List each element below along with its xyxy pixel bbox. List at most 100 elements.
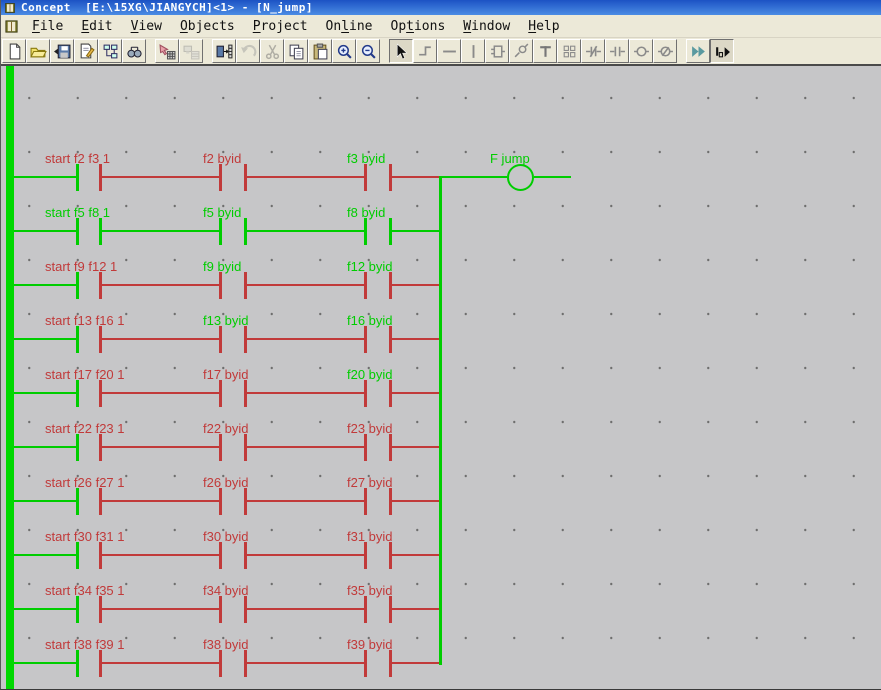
menu-project[interactable]: Project xyxy=(244,18,317,35)
contact-label[interactable]: f26 byid xyxy=(203,476,249,490)
coil-link-button[interactable] xyxy=(509,39,533,63)
contact-bar[interactable] xyxy=(76,218,79,245)
grid-tool-button[interactable] xyxy=(557,39,581,63)
contact-label[interactable]: f35 byid xyxy=(347,584,393,598)
contact-bar[interactable] xyxy=(364,542,367,569)
select-arrow-button[interactable] xyxy=(389,39,413,63)
project-browser-button[interactable] xyxy=(98,39,122,63)
contact-bar[interactable] xyxy=(76,272,79,299)
contact-bar[interactable] xyxy=(76,596,79,623)
contact-bar[interactable] xyxy=(364,164,367,191)
text-tool-button[interactable] xyxy=(533,39,557,63)
menu-window[interactable]: Window xyxy=(454,18,519,35)
contact-bar[interactable] xyxy=(364,272,367,299)
contact-label[interactable]: f22 byid xyxy=(203,422,249,436)
contact-bar[interactable] xyxy=(364,326,367,353)
contact-bar[interactable] xyxy=(219,272,222,299)
menu-view[interactable]: View xyxy=(122,18,171,35)
contact-bar[interactable] xyxy=(76,380,79,407)
contact-bar[interactable] xyxy=(219,542,222,569)
contact-label[interactable]: f5 byid xyxy=(203,206,241,220)
contact-label[interactable]: f13 byid xyxy=(203,314,249,328)
contact-bar[interactable] xyxy=(364,218,367,245)
contact-label[interactable]: start f26 f27 1 xyxy=(45,476,125,490)
contact-label[interactable]: start f34 f35 1 xyxy=(45,584,125,598)
contact-bar[interactable] xyxy=(219,218,222,245)
download-plc-button[interactable] xyxy=(155,39,179,63)
find-button[interactable] xyxy=(122,39,146,63)
new-file-icon xyxy=(6,43,23,60)
copy-button[interactable] xyxy=(284,39,308,63)
properties-button[interactable] xyxy=(74,39,98,63)
paste-button[interactable] xyxy=(308,39,332,63)
contact-bar[interactable] xyxy=(364,434,367,461)
menu-help[interactable]: Help xyxy=(519,18,568,35)
contact-bar[interactable] xyxy=(219,164,222,191)
contact-label[interactable]: start f38 f39 1 xyxy=(45,638,125,652)
contact-no-button[interactable] xyxy=(605,39,629,63)
contact-label[interactable]: f38 byid xyxy=(203,638,249,652)
contact-bar[interactable] xyxy=(76,542,79,569)
menu-options[interactable]: Options xyxy=(382,18,455,35)
contact-label[interactable]: start f9 f12 1 xyxy=(45,260,117,274)
transfer-button[interactable] xyxy=(212,39,236,63)
contact-label[interactable]: f17 byid xyxy=(203,368,249,382)
function-block-button[interactable] xyxy=(485,39,509,63)
contact-label[interactable]: f9 byid xyxy=(203,260,241,274)
coil[interactable] xyxy=(507,164,534,191)
hline-button[interactable] xyxy=(437,39,461,63)
save-button[interactable] xyxy=(50,39,74,63)
contact-bar[interactable] xyxy=(76,164,79,191)
contact-label[interactable]: f23 byid xyxy=(347,422,393,436)
upload-plc-button[interactable] xyxy=(179,39,203,63)
coil-sym-button[interactable] xyxy=(629,39,653,63)
contact-bar[interactable] xyxy=(219,434,222,461)
contact-nc-button[interactable] xyxy=(581,39,605,63)
animate-button[interactable] xyxy=(710,39,734,63)
menu-objects[interactable]: Objects xyxy=(171,18,244,35)
link-corner-button[interactable] xyxy=(413,39,437,63)
undo-button[interactable] xyxy=(236,39,260,63)
contact-bar[interactable] xyxy=(219,650,222,677)
contact-label[interactable]: start f17 f20 1 xyxy=(45,368,125,382)
contact-bar[interactable] xyxy=(364,596,367,623)
contact-bar[interactable] xyxy=(219,596,222,623)
document-icon[interactable] xyxy=(4,19,19,34)
contact-label[interactable]: f31 byid xyxy=(347,530,393,544)
step-forward-button[interactable] xyxy=(686,39,710,63)
contact-label[interactable]: f27 byid xyxy=(347,476,393,490)
contact-label[interactable]: f39 byid xyxy=(347,638,393,652)
contact-label[interactable]: f16 byid xyxy=(347,314,393,328)
contact-label[interactable]: f30 byid xyxy=(203,530,249,544)
zoom-out-button[interactable] xyxy=(356,39,380,63)
contact-bar[interactable] xyxy=(219,380,222,407)
contact-bar[interactable] xyxy=(364,380,367,407)
contact-bar[interactable] xyxy=(76,650,79,677)
contact-label[interactable]: start f13 f16 1 xyxy=(45,314,125,328)
coil-label[interactable]: F jump xyxy=(490,152,530,166)
cut-button[interactable] xyxy=(260,39,284,63)
title-bar: Concept [E:\15XG\JIANGYCH]<1> - [N_jump] xyxy=(1,0,881,15)
contact-bar[interactable] xyxy=(364,488,367,515)
ladder-canvas[interactable]: start f2 f3 1f2 byidf3 byidstart f5 f8 1… xyxy=(1,66,881,689)
new-file-button[interactable] xyxy=(2,39,26,63)
contact-label[interactable]: start f22 f23 1 xyxy=(45,422,125,436)
open-folder-button[interactable] xyxy=(26,39,50,63)
contact-bar[interactable] xyxy=(76,488,79,515)
contact-label[interactable]: start f30 f31 1 xyxy=(45,530,125,544)
contact-bar[interactable] xyxy=(219,488,222,515)
menu-edit[interactable]: Edit xyxy=(72,18,121,35)
menu-file[interactable]: File xyxy=(23,18,72,35)
contact-label[interactable]: f34 byid xyxy=(203,584,249,598)
menu-online[interactable]: Online xyxy=(317,18,382,35)
coil-negated-button[interactable] xyxy=(653,39,677,63)
contact-bar[interactable] xyxy=(364,650,367,677)
vline-button[interactable] xyxy=(461,39,485,63)
contact-bar[interactable] xyxy=(76,326,79,353)
contact-label[interactable]: f2 byid xyxy=(203,152,241,166)
contact-bar[interactable] xyxy=(219,326,222,353)
contact-label[interactable]: f12 byid xyxy=(347,260,393,274)
contact-label[interactable]: f20 byid xyxy=(347,368,393,382)
zoom-in-button[interactable] xyxy=(332,39,356,63)
contact-bar[interactable] xyxy=(76,434,79,461)
